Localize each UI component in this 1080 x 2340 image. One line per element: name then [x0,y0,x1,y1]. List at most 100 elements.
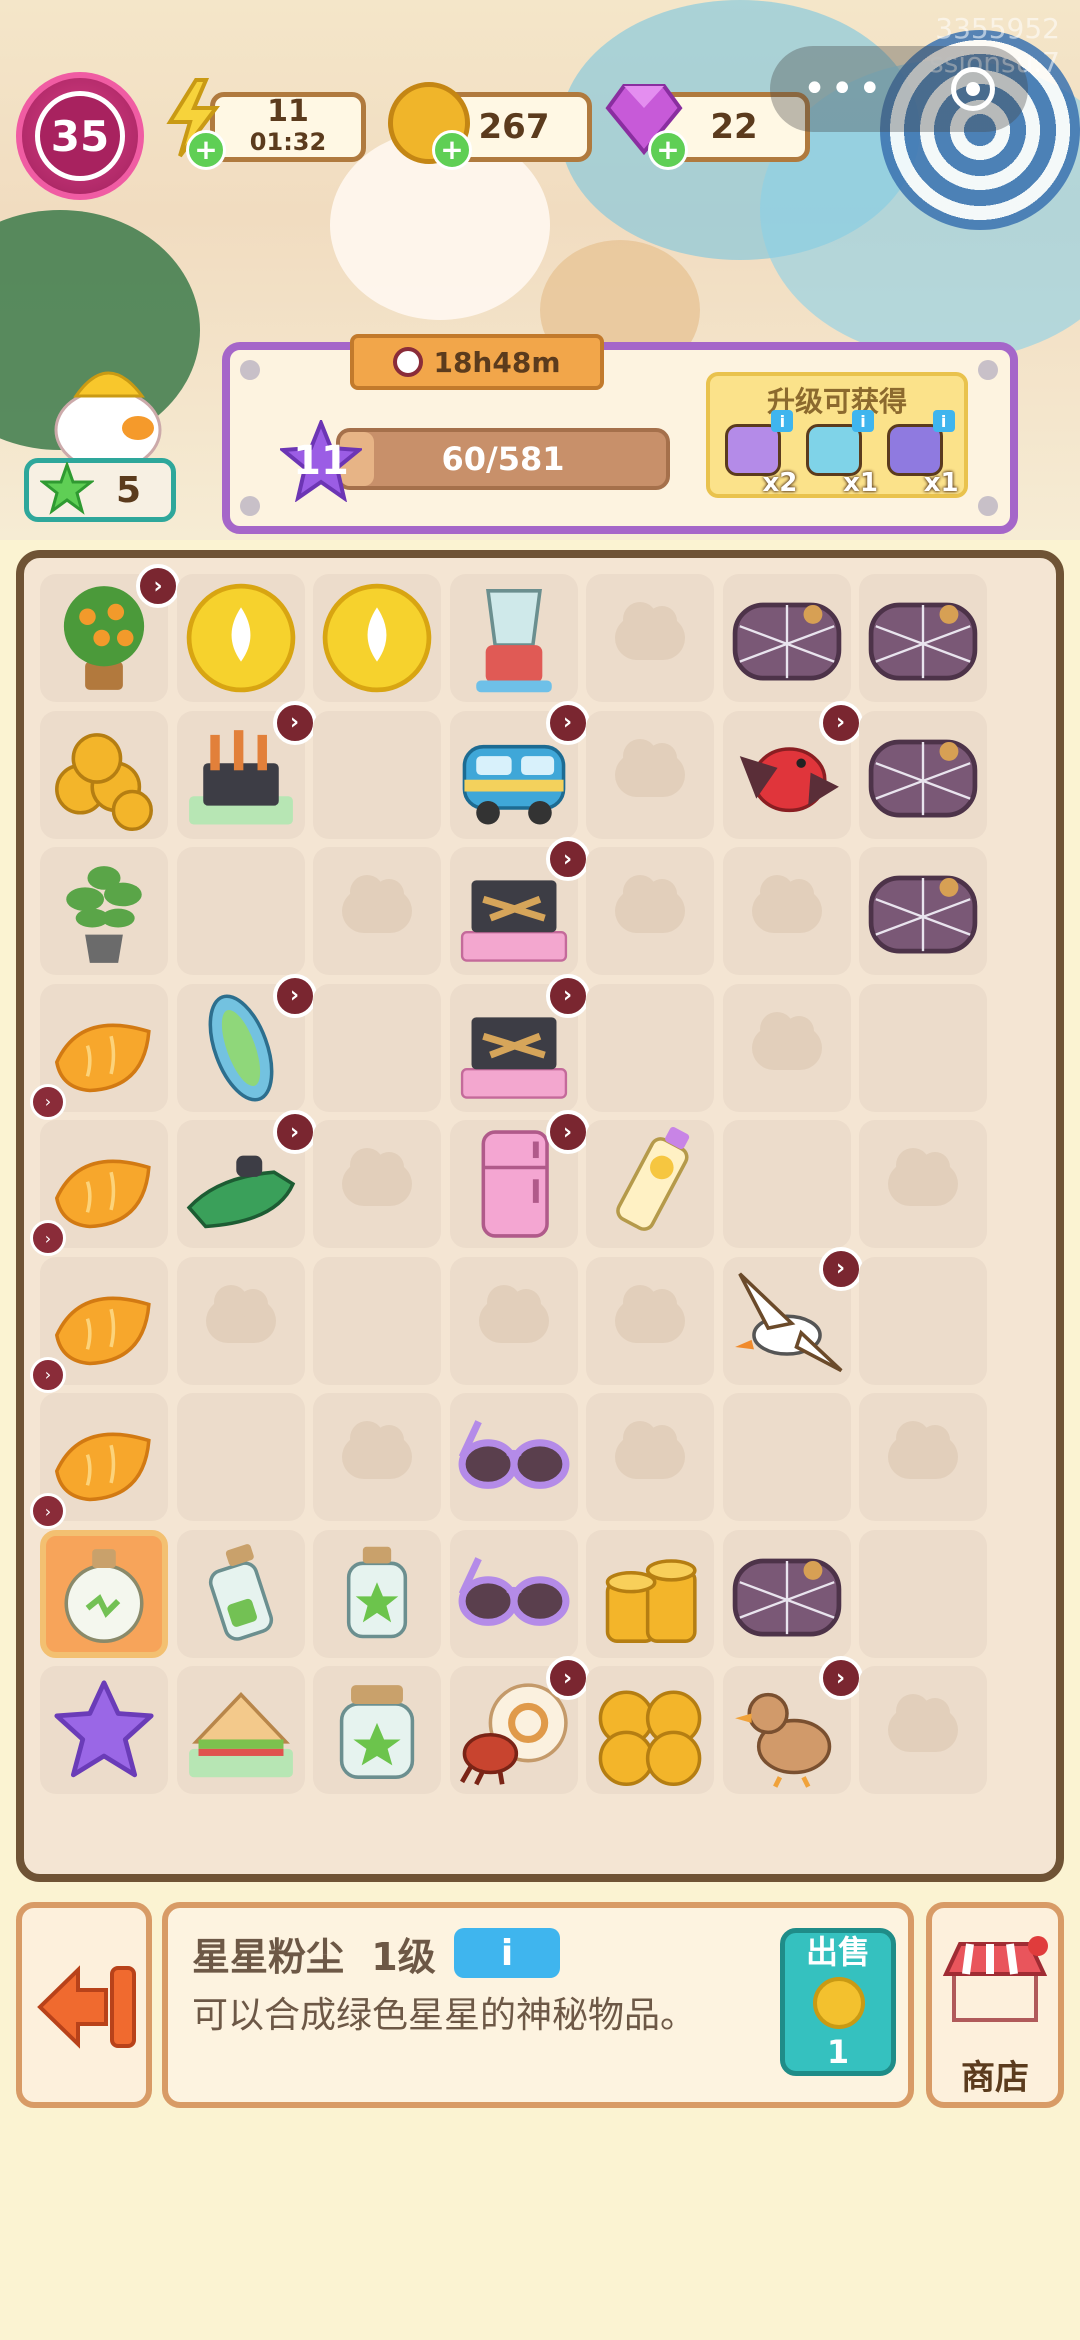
worker-duck-mascot[interactable] [38,350,168,472]
level-up-rewards[interactable]: 升级可获得 x2 i x1 i x1 i [706,372,968,498]
board-cell[interactable] [40,710,168,839]
board-cell[interactable]: › [449,1656,590,1794]
green-star-bottle-icon[interactable] [318,1535,436,1653]
board-cell[interactable]: › [449,837,590,975]
board-cell[interactable] [176,1256,305,1385]
board-cell[interactable] [40,1666,168,1794]
board-cell[interactable]: › [722,1246,863,1385]
board-cell[interactable] [313,1529,441,1658]
sunscreen-icon[interactable] [591,1125,709,1243]
board-cell[interactable] [313,1393,441,1521]
board-cell[interactable] [176,847,305,975]
board-cell[interactable] [859,574,987,702]
board-cell[interactable] [313,983,441,1112]
board-cell[interactable] [859,1666,987,1794]
reward-info-icon[interactable]: i [851,410,874,432]
orange-slice-icon[interactable] [45,1262,163,1380]
board-cell[interactable] [722,983,851,1112]
board-cell[interactable] [859,1256,987,1385]
board-cell[interactable] [722,1393,851,1521]
close-target-icon[interactable] [951,67,996,111]
reward-item[interactable]: x1 i [800,410,878,498]
reward-item[interactable]: x1 i [881,410,959,498]
orange-slice-icon[interactable] [45,1398,163,1516]
board-cell[interactable] [313,574,441,702]
energy-counter[interactable]: 11 01:32 [210,92,366,162]
board-cell[interactable] [859,710,987,839]
board-cell[interactable] [586,1393,714,1521]
potted-plant-icon[interactable] [45,852,163,970]
board-cell[interactable]: › [30,1120,168,1256]
blender-icon[interactable] [455,579,573,697]
board-cell[interactable] [722,574,851,702]
coin-pile-icon[interactable] [45,716,163,834]
board-cell[interactable] [586,983,714,1112]
board-cell[interactable] [859,1393,987,1521]
sandwich-icon[interactable] [182,1671,300,1789]
board-cell[interactable]: › [176,700,317,839]
webbed-logs-icon[interactable] [864,579,982,697]
board-cell[interactable] [176,1393,305,1521]
more-icon[interactable]: ••• [803,66,886,112]
board-cell[interactable] [449,1529,578,1658]
webbed-logs-icon[interactable] [728,579,846,697]
board-cell[interactable]: › [722,1656,863,1794]
board-cell[interactable] [176,1666,305,1794]
board-cell[interactable] [586,1120,714,1248]
board-cell[interactable] [313,1120,441,1248]
add-coins-button[interactable]: + [432,130,472,170]
board-cell[interactable]: › [30,983,168,1120]
board-cell[interactable] [586,1256,714,1385]
board-cell[interactable]: › [176,1110,317,1248]
board-cell[interactable] [449,1256,578,1385]
item-info-button[interactable]: i [454,1928,560,1978]
board-cell[interactable] [722,1529,851,1658]
sell-button[interactable]: 出售 1 [780,1928,896,2076]
board-cell[interactable] [449,574,578,702]
board-cell[interactable] [176,574,305,702]
board-cell[interactable] [586,1529,714,1658]
board-cell[interactable] [586,574,714,702]
board-cell[interactable] [859,1529,987,1658]
webbed-logs-icon[interactable] [864,852,982,970]
exit-button[interactable] [16,1902,152,2108]
board-cell[interactable]: › [40,564,180,702]
board-cell[interactable] [722,847,851,975]
board-cell[interactable]: › [176,973,317,1112]
board-cell[interactable] [586,710,714,839]
orange-slice-icon[interactable] [45,1125,163,1243]
reward-info-icon[interactable]: i [771,410,794,432]
small-green-bottle-icon[interactable] [182,1535,300,1653]
board-cell[interactable]: › [30,1393,168,1529]
player-level-badge[interactable]: 35 [16,72,144,200]
webbed-logs-icon[interactable] [728,1535,846,1653]
shop-button[interactable]: 商店 [926,1902,1064,2108]
board-cell[interactable]: › [449,973,590,1112]
board-cell[interactable]: › [449,1110,590,1248]
orange-slice-icon[interactable] [45,989,163,1107]
board-cell[interactable] [40,847,168,975]
board-cell[interactable]: › [722,700,863,839]
board-cell[interactable] [722,1120,851,1248]
board-cell[interactable] [313,847,441,975]
golden-drop-icon[interactable] [182,579,300,697]
board-cell[interactable] [859,983,987,1112]
board-cell[interactable] [449,1393,578,1521]
board-cell[interactable] [313,1256,441,1385]
board-cell[interactable] [586,1666,714,1794]
reward-item[interactable]: x2 i [719,410,797,498]
purple-star-icon[interactable] [45,1671,163,1789]
board-cell[interactable] [859,847,987,975]
board-cell[interactable] [40,1529,168,1658]
add-gems-button[interactable]: + [648,130,688,170]
board-cell[interactable] [586,847,714,975]
reward-info-icon[interactable]: i [932,410,955,432]
add-energy-button[interactable]: + [186,130,226,170]
lightbulb-jar-icon[interactable] [45,1535,163,1653]
green-star-jar-icon[interactable] [318,1671,436,1789]
sunglasses-icon[interactable] [455,1535,573,1653]
board-cell[interactable] [313,1666,441,1794]
board-cell[interactable] [176,1529,305,1658]
coin-pile-large-icon[interactable] [591,1671,709,1789]
board-cell[interactable]: › [30,1256,168,1393]
